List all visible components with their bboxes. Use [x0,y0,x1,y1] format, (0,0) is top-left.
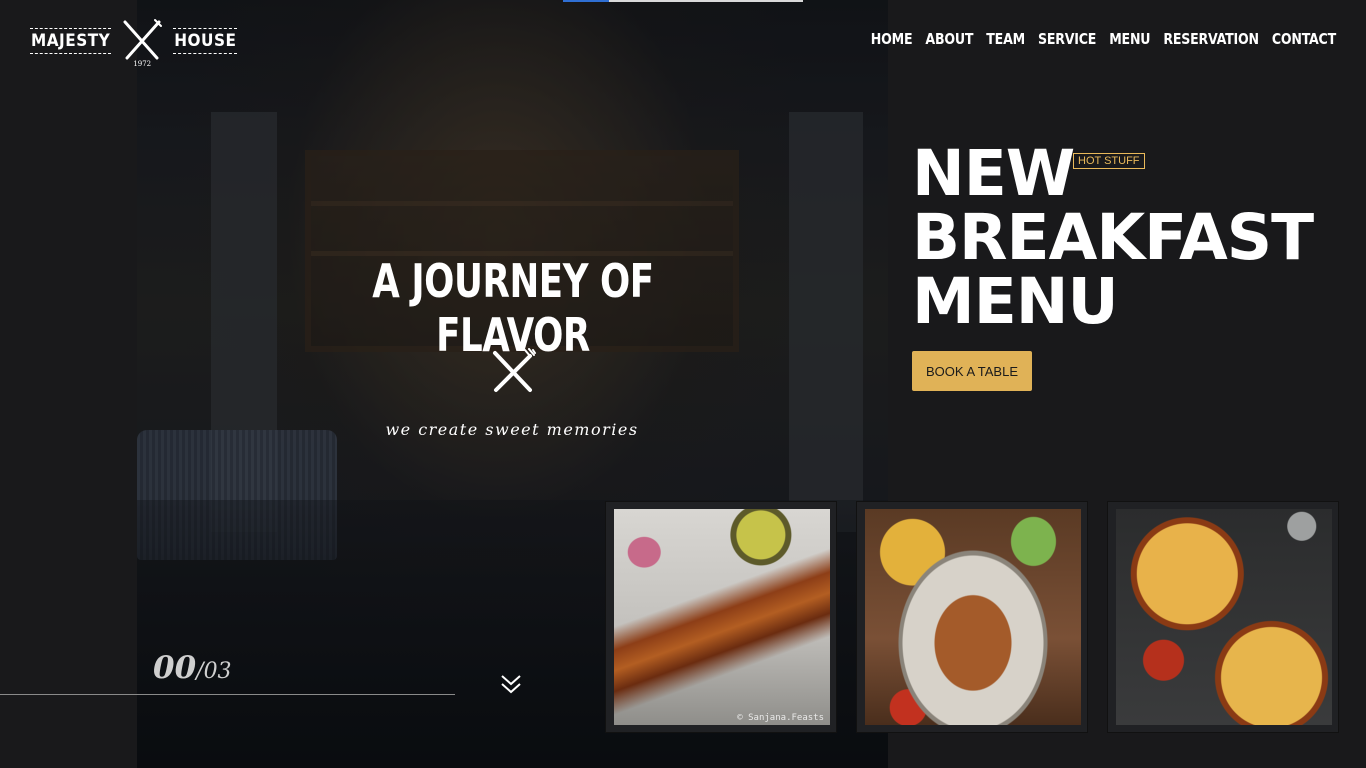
cutlery-divider-icon [490,348,536,394]
promo-title-line: MENU [912,265,1119,338]
nav-service[interactable]: SERVICE [1038,32,1096,49]
promo-title-line: BREAKFAST [912,201,1314,274]
nav-reservation[interactable]: RESERVATION [1163,32,1259,49]
chaat-plate-image [865,509,1081,725]
slide-counter-separator: / [196,659,204,684]
slide-counter-total: 03 [203,659,232,684]
slide-counter-line [0,694,455,695]
nav-about[interactable]: ABOUT [925,32,973,49]
cutlery-icon [123,19,163,60]
kebab-skewers-image: © Sanjana.Feasts [614,509,830,725]
promo-title-line: NEW [912,137,1075,210]
chaat-plate-card[interactable] [857,502,1087,732]
pizzas-card[interactable] [1108,502,1338,732]
logo-right-word: HOUSE [173,28,238,54]
slider-progress-fill [563,0,609,2]
food-gallery: © Sanjana.Feasts [606,502,1338,732]
scroll-down-icon[interactable] [498,672,524,696]
kebab-skewers-card[interactable]: © Sanjana.Feasts [606,502,836,732]
image-watermark: © Sanjana.Feasts [737,713,824,723]
nav-home[interactable]: HOME [871,32,913,49]
hero-title: A JOURNEY OF FLAVOR [372,254,654,362]
hot-stuff-badge: HOT STUFF [1073,153,1145,169]
site-logo[interactable]: MAJESTY 1972 HOUSE [30,18,238,68]
slide-counter: 00/03 [153,650,232,686]
main-nav: HOME ABOUT TEAM SERVICE MENU RESERVATION… [871,32,1336,49]
hero-tagline: we create sweet memories [385,420,639,439]
cutlery-logo-icon: 1972 [119,18,165,68]
logo-year: 1972 [133,60,152,68]
nav-contact[interactable]: CONTACT [1272,32,1336,49]
logo-left-word: MAJESTY [30,28,112,54]
pizzas-image [1116,509,1332,725]
promo-title: NEW BREAKFAST MENU [912,137,1314,338]
book-table-button[interactable]: BOOK A TABLE [912,351,1032,391]
slide-counter-current: 00 [153,650,197,686]
nav-team[interactable]: TEAM [986,32,1025,49]
slider-progress-bar [563,0,803,2]
nav-menu[interactable]: MENU [1109,32,1150,49]
